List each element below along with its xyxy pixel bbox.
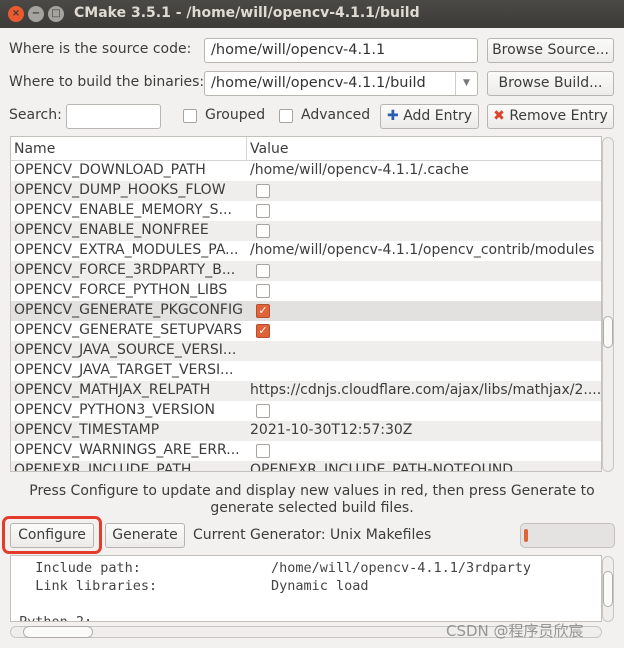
row-value-checkbox[interactable] — [256, 184, 270, 198]
output-line: Link libraries: Dynamic load — [19, 578, 369, 594]
row-value[interactable]: /home/will/opencv-4.1.1/opencv_contrib/m… — [250, 242, 600, 258]
row-name: OPENCV_ENABLE_NONFREE — [14, 222, 209, 238]
scrollbar-thumb[interactable] — [23, 626, 93, 638]
configure-button[interactable]: Configure — [10, 523, 94, 548]
table-row[interactable]: OPENCV_GENERATE_SETUPVARS ✓ — [11, 321, 601, 341]
output-line: Include path: /home/will/opencv-4.1.1/3r… — [19, 560, 532, 576]
output-log: Include path: /home/will/opencv-4.1.1/3r… — [10, 555, 602, 622]
browse-source-button[interactable]: Browse Source... — [487, 38, 614, 63]
minimize-icon[interactable]: − — [28, 6, 44, 22]
plus-icon: ✚ — [387, 108, 399, 124]
maximize-icon[interactable]: □ — [48, 6, 64, 22]
table-row[interactable]: OPENCV_PYTHON3_VERSION — [11, 401, 601, 421]
close-icon[interactable]: × — [8, 6, 24, 22]
row-name: OPENCV_JAVA_TARGET_VERSI... — [14, 362, 234, 378]
row-name: OPENCV_WARNINGS_ARE_ERR... — [14, 442, 240, 458]
build-label: Where to build the binaries: — [9, 74, 205, 90]
table-row[interactable]: OPENCV_ENABLE_NONFREE — [11, 221, 601, 241]
window-title: CMake 3.5.1 - /home/will/opencv-4.1.1/bu… — [74, 5, 420, 21]
cache-table: Name Value OPENCV_DOWNLOAD_PATH/home/wil… — [10, 136, 602, 472]
row-name: OPENCV_ENABLE_MEMORY_S... — [14, 202, 232, 218]
row-value[interactable]: 2021-10-30T12:57:30Z — [250, 422, 600, 438]
header-name[interactable]: Name — [14, 141, 246, 157]
add-entry-button[interactable]: ✚ Add Entry — [380, 104, 479, 129]
header-value[interactable]: Value — [250, 141, 600, 157]
row-value[interactable]: /home/will/opencv-4.1.1/.cache — [250, 162, 600, 178]
row-name: OPENCV_TIMESTAMP — [14, 422, 160, 438]
row-name: OPENCV_MATHJAX_RELPATH — [14, 382, 211, 398]
row-value-checkbox[interactable]: ✓ — [256, 304, 270, 318]
hint-text: Press Configure to update and display ne… — [29, 483, 595, 516]
row-name: OPENCV_FORCE_3RDPARTY_B... — [14, 262, 236, 278]
row-name: OPENCV_PYTHON3_VERSION — [14, 402, 215, 418]
row-value-checkbox[interactable] — [256, 404, 270, 418]
source-input[interactable]: /home/will/opencv-4.1.1 — [204, 38, 478, 63]
table-row[interactable]: OPENCV_GENERATE_PKGCONFIG ✓ — [11, 301, 601, 321]
row-value-checkbox[interactable] — [256, 284, 270, 298]
row-value-checkbox[interactable] — [256, 444, 270, 458]
row-name: OPENCV_GENERATE_PKGCONFIG — [14, 302, 243, 318]
table-row[interactable]: OPENCV_JAVA_SOURCE_VERSI... — [11, 341, 601, 361]
table-scrollbar[interactable] — [602, 137, 614, 472]
search-input[interactable] — [66, 104, 161, 129]
source-label: Where is the source code: — [9, 41, 192, 57]
row-name: OPENCV_JAVA_SOURCE_VERSI... — [14, 342, 237, 358]
table-row[interactable]: OPENEXR_INCLUDE_PATH OPENEXR_INCLUDE_PATH… — [11, 461, 601, 471]
title-bar: × − □ CMake 3.5.1 - /home/will/opencv-4.… — [0, 0, 624, 28]
row-value-checkbox[interactable] — [256, 224, 270, 238]
remove-entry-button[interactable]: ✖ Remove Entry — [487, 104, 614, 129]
table-row[interactable]: OPENCV_WARNINGS_ARE_ERR... — [11, 441, 601, 461]
advanced-checkbox[interactable] — [279, 109, 293, 123]
row-name: OPENCV_DUMP_HOOKS_FLOW — [14, 182, 226, 198]
generate-button[interactable]: Generate — [105, 523, 185, 548]
generator-label: Current Generator: Unix Makefiles — [193, 527, 432, 543]
table-row[interactable]: OPENCV_DUMP_HOOKS_FLOW — [11, 181, 601, 201]
grouped-checkbox[interactable] — [183, 109, 197, 123]
table-row[interactable]: OPENCV_DOWNLOAD_PATH/home/will/opencv-4.… — [11, 161, 601, 181]
output-vscrollbar[interactable] — [602, 556, 614, 622]
row-name: OPENEXR_INCLUDE_PATH — [14, 462, 192, 471]
table-row[interactable]: OPENCV_JAVA_TARGET_VERSI... — [11, 361, 601, 381]
row-name: OPENCV_EXTRA_MODULES_PA... — [14, 242, 239, 258]
add-entry-label: Add Entry — [403, 108, 472, 124]
row-name: OPENCV_DOWNLOAD_PATH — [14, 162, 206, 178]
row-value-checkbox[interactable] — [256, 204, 270, 218]
scrollbar-thumb[interactable] — [603, 571, 613, 607]
row-value[interactable]: https://cdnjs.cloudflare.com/ajax/libs/m… — [250, 382, 600, 398]
advanced-label: Advanced — [301, 107, 371, 123]
watermark: CSDN @程序员欣宸 — [446, 622, 584, 640]
table-row[interactable]: OPENCV_EXTRA_MODULES_PA... /home/will/ope… — [11, 241, 601, 261]
table-row[interactable]: OPENCV_TIMESTAMP 2021-10-30T12:57:30Z — [11, 421, 601, 441]
grouped-label: Grouped — [205, 107, 266, 123]
scrollbar-thumb[interactable] — [603, 316, 613, 348]
progress-fill — [524, 529, 528, 542]
remove-entry-label: Remove Entry — [509, 108, 608, 124]
progress-bar — [520, 523, 615, 548]
row-value-checkbox[interactable]: ✓ — [256, 324, 270, 338]
table-row[interactable]: OPENCV_MATHJAX_RELPATH https://cdnjs.clou… — [11, 381, 601, 401]
row-name: OPENCV_FORCE_PYTHON_LIBS — [14, 282, 228, 298]
build-combo[interactable]: /home/will/opencv-4.1.1/build ▼ — [204, 71, 478, 96]
remove-icon: ✖ — [493, 108, 505, 124]
table-row[interactable]: OPENCV_ENABLE_MEMORY_S... — [11, 201, 601, 221]
browse-build-button[interactable]: Browse Build... — [487, 71, 614, 96]
table-header: Name Value — [11, 137, 601, 161]
row-value[interactable]: OPENEXR_INCLUDE_PATH-NOTFOUND — [250, 462, 600, 471]
row-value-checkbox[interactable] — [256, 264, 270, 278]
row-name: OPENCV_GENERATE_SETUPVARS — [14, 322, 243, 338]
search-label: Search: — [9, 107, 62, 123]
build-input[interactable]: /home/will/opencv-4.1.1/build — [211, 75, 426, 91]
table-row[interactable]: OPENCV_FORCE_PYTHON_LIBS — [11, 281, 601, 301]
table-row[interactable]: OPENCV_FORCE_3RDPARTY_B... — [11, 261, 601, 281]
chevron-down-icon[interactable]: ▼ — [455, 72, 477, 95]
